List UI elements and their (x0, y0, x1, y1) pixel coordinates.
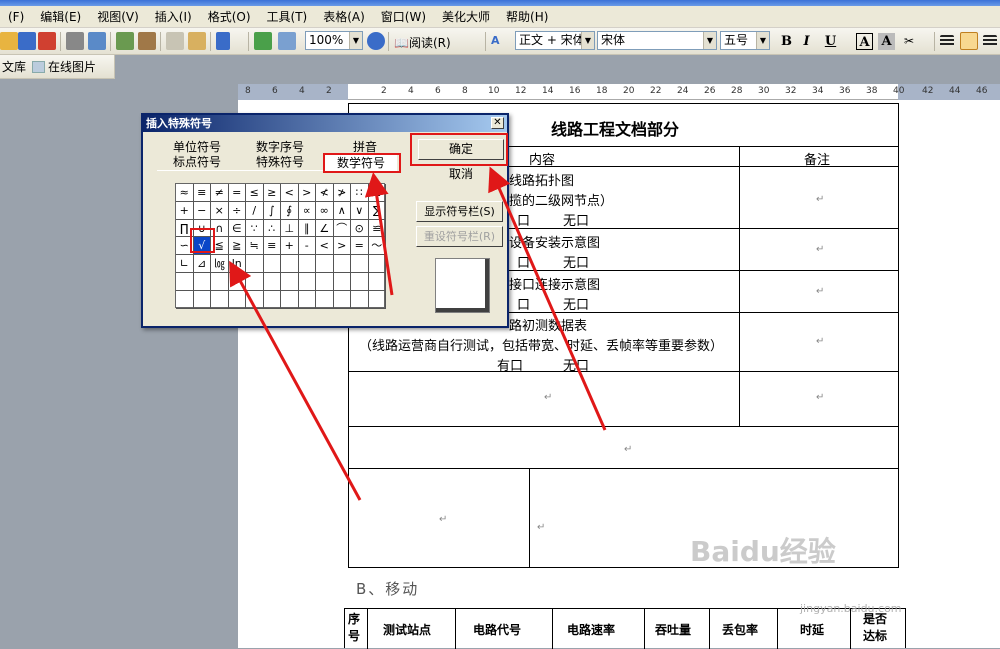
annotation-arrows (229, 166, 607, 501)
watermark-url: jingyan.baidu.com (800, 602, 902, 615)
watermark-brand: Baidu经验 (690, 535, 836, 568)
